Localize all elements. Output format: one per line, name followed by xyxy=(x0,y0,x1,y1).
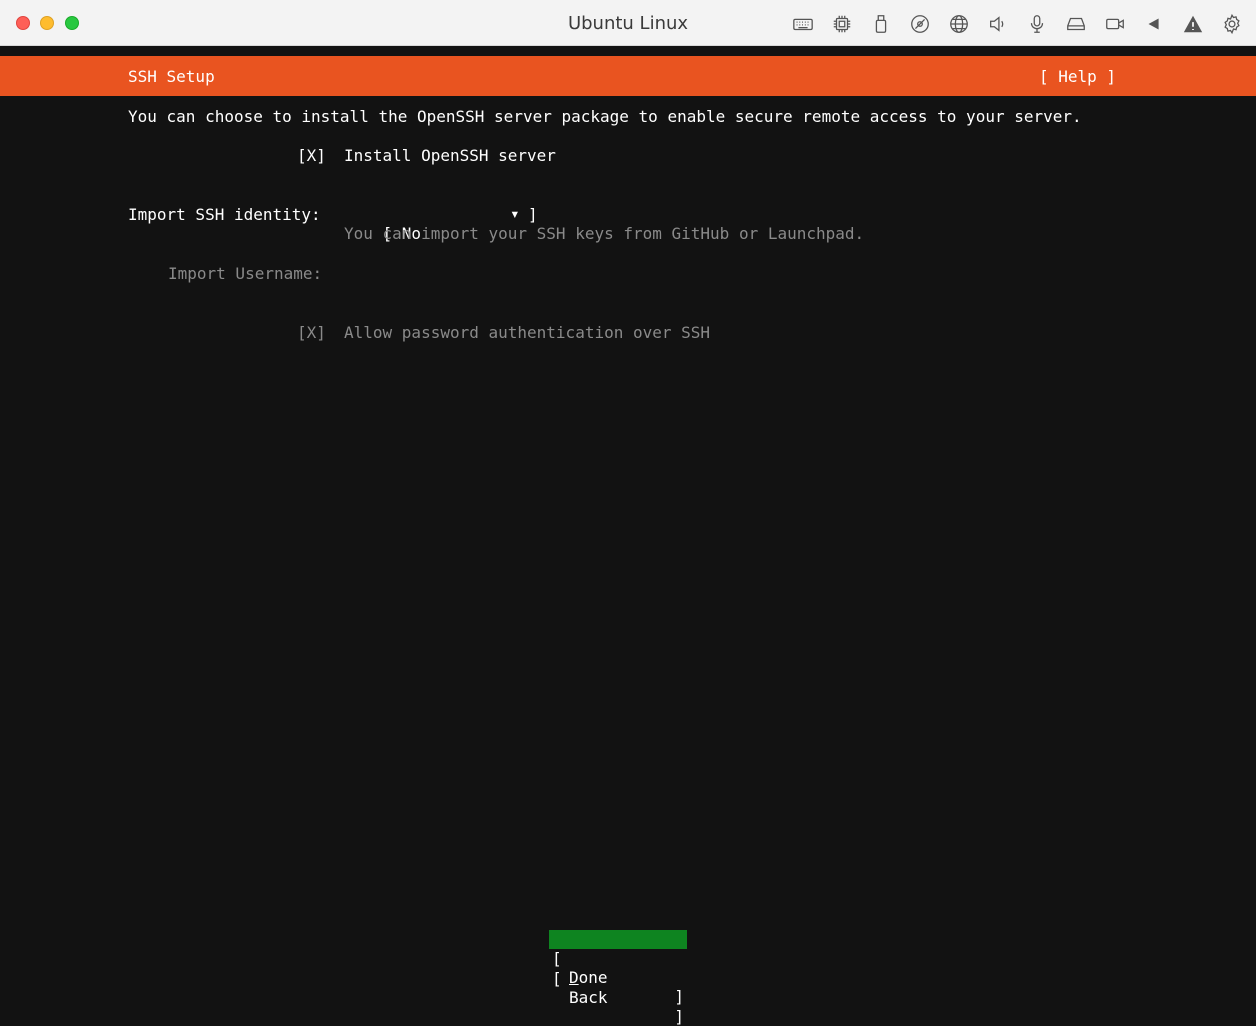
description-text: You can choose to install the OpenSSH se… xyxy=(128,107,1082,126)
speaker-icon[interactable] xyxy=(984,11,1012,37)
page-title: SSH Setup xyxy=(128,67,215,86)
install-ssh-label[interactable]: Install OpenSSH server xyxy=(344,146,556,165)
back-button[interactable]: [ Back ] xyxy=(549,950,687,1026)
drive-icon[interactable] xyxy=(1062,11,1090,37)
microphone-icon[interactable] xyxy=(1023,11,1051,37)
settings-gear-icon[interactable] xyxy=(1218,11,1246,37)
window-separator xyxy=(0,47,1256,56)
usb-icon[interactable] xyxy=(867,11,895,37)
back-open-bracket: [ xyxy=(552,969,562,988)
installer-header: SSH Setup [ Help ] xyxy=(0,56,1256,96)
back-label: Back xyxy=(569,988,608,1007)
password-auth-checkbox[interactable]: [X] xyxy=(297,323,326,342)
window-titlebar: Ubuntu Linux xyxy=(0,0,1256,46)
install-ssh-checkbox[interactable]: [X] xyxy=(297,146,326,165)
disc-icon[interactable] xyxy=(906,11,934,37)
keyboard-icon[interactable] xyxy=(789,11,817,37)
toolbar-icons xyxy=(789,11,1246,37)
chevron-down-icon[interactable]: ▾ xyxy=(510,204,520,223)
cpu-icon[interactable] xyxy=(828,11,856,37)
done-label: Done xyxy=(569,968,608,987)
help-button[interactable]: [ Help ] xyxy=(1039,67,1116,86)
camera-icon[interactable] xyxy=(1101,11,1129,37)
import-identity-hint: You can import your SSH keys from GitHub… xyxy=(344,224,865,243)
import-username-label: Import Username: xyxy=(168,264,323,283)
select-close-bracket: ] xyxy=(528,205,538,224)
password-auth-label[interactable]: Allow password authentication over SSH xyxy=(344,323,710,342)
ssh-setup-form: You can choose to install the OpenSSH se… xyxy=(0,96,1256,988)
done-button[interactable]: [ Done ] xyxy=(549,930,687,1006)
globe-icon[interactable] xyxy=(945,11,973,37)
back-close-bracket: ] xyxy=(674,1007,684,1026)
import-identity-label: Import SSH identity: xyxy=(128,205,321,224)
done-close-bracket: ] xyxy=(674,987,684,1006)
back-arrow-icon[interactable] xyxy=(1140,11,1168,37)
warning-icon[interactable] xyxy=(1179,11,1207,37)
